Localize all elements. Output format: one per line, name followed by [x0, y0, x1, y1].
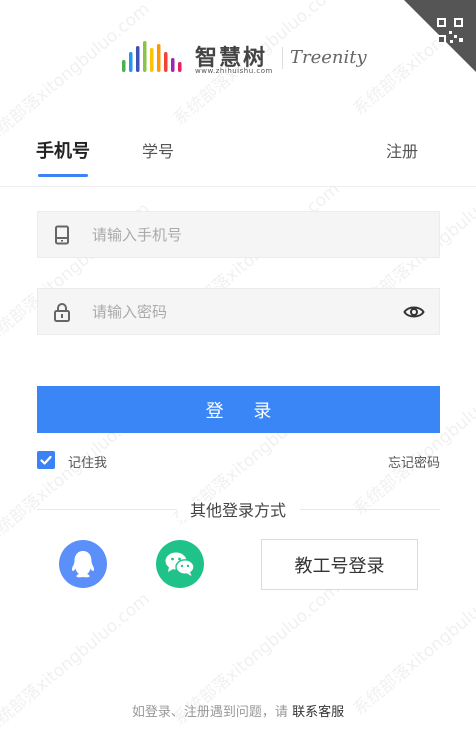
register-link[interactable]: 注册	[386, 138, 418, 162]
logo-bars-icon	[122, 41, 182, 72]
tabs-divider	[0, 186, 476, 187]
contact-support-link[interactable]: 联系客服	[292, 705, 344, 720]
staff-id-login-button[interactable]: 教工号登录	[261, 539, 418, 590]
login-button[interactable]: 登 录	[37, 386, 440, 433]
logo-divider	[282, 47, 283, 69]
active-tab-indicator	[38, 174, 88, 177]
phone-input[interactable]	[92, 212, 392, 257]
wechat-icon	[165, 552, 195, 576]
other-login-title: 其他登录方式	[0, 497, 476, 521]
logo-url: www.zhihuishu.com	[195, 67, 273, 75]
help-footer: 如登录、注册遇到问题，请 联系客服	[0, 701, 476, 720]
remember-checkbox[interactable]	[37, 451, 55, 469]
other-login-title-text: 其他登录方式	[177, 501, 298, 520]
forgot-password-link[interactable]: 忘记密码	[388, 452, 440, 471]
help-text: 如登录、注册遇到问题，请	[131, 705, 293, 720]
tab-student-id[interactable]: 学号	[142, 138, 174, 162]
eye-icon[interactable]	[403, 302, 425, 322]
check-icon	[40, 455, 52, 465]
qq-login-button[interactable]	[59, 540, 107, 588]
qr-login-corner[interactable]	[404, 0, 476, 72]
phone-icon	[55, 225, 69, 245]
qr-code-icon	[404, 0, 476, 72]
lock-icon	[54, 303, 70, 322]
wechat-login-button[interactable]	[156, 540, 204, 588]
password-field	[37, 288, 440, 335]
password-input[interactable]	[92, 289, 392, 334]
tab-phone[interactable]: 手机号	[36, 137, 90, 163]
phone-field	[37, 211, 440, 258]
qq-icon	[71, 551, 95, 578]
logo-english-name: Treenity	[290, 47, 367, 68]
remember-label: 记住我	[68, 456, 108, 471]
